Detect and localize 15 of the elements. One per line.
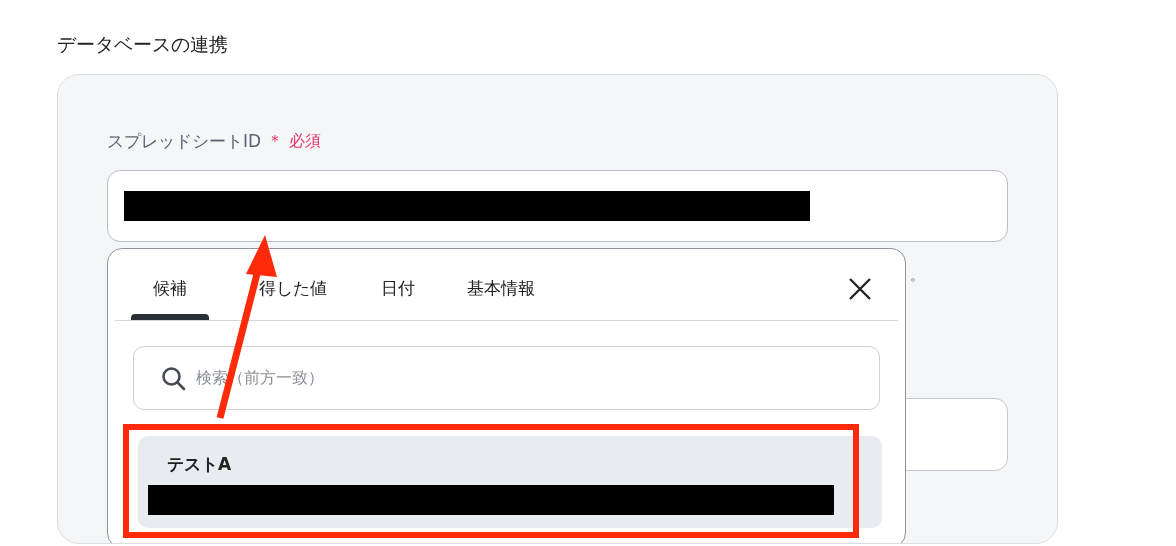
field-label: スプレッドシートID bbox=[107, 129, 262, 153]
close-button[interactable] bbox=[848, 276, 872, 301]
search-field[interactable]: 検索（前方一致） bbox=[133, 345, 880, 410]
tab[interactable]: 日付 bbox=[359, 276, 437, 320]
input-field[interactable] bbox=[107, 170, 1008, 242]
required-text: 必須 bbox=[289, 130, 322, 153]
hint-text: 。 bbox=[910, 265, 924, 285]
section-title: データベースの連携 bbox=[57, 32, 229, 57]
tab[interactable]: 得した値 bbox=[237, 276, 349, 320]
required-mark: ＊ bbox=[267, 130, 284, 153]
close-icon bbox=[848, 277, 872, 301]
list-item[interactable]: テストA bbox=[138, 435, 882, 528]
tab[interactable]: 候補 bbox=[131, 276, 209, 320]
item-title: テストA bbox=[167, 452, 233, 476]
tab[interactable]: 基本情報 bbox=[445, 276, 557, 320]
